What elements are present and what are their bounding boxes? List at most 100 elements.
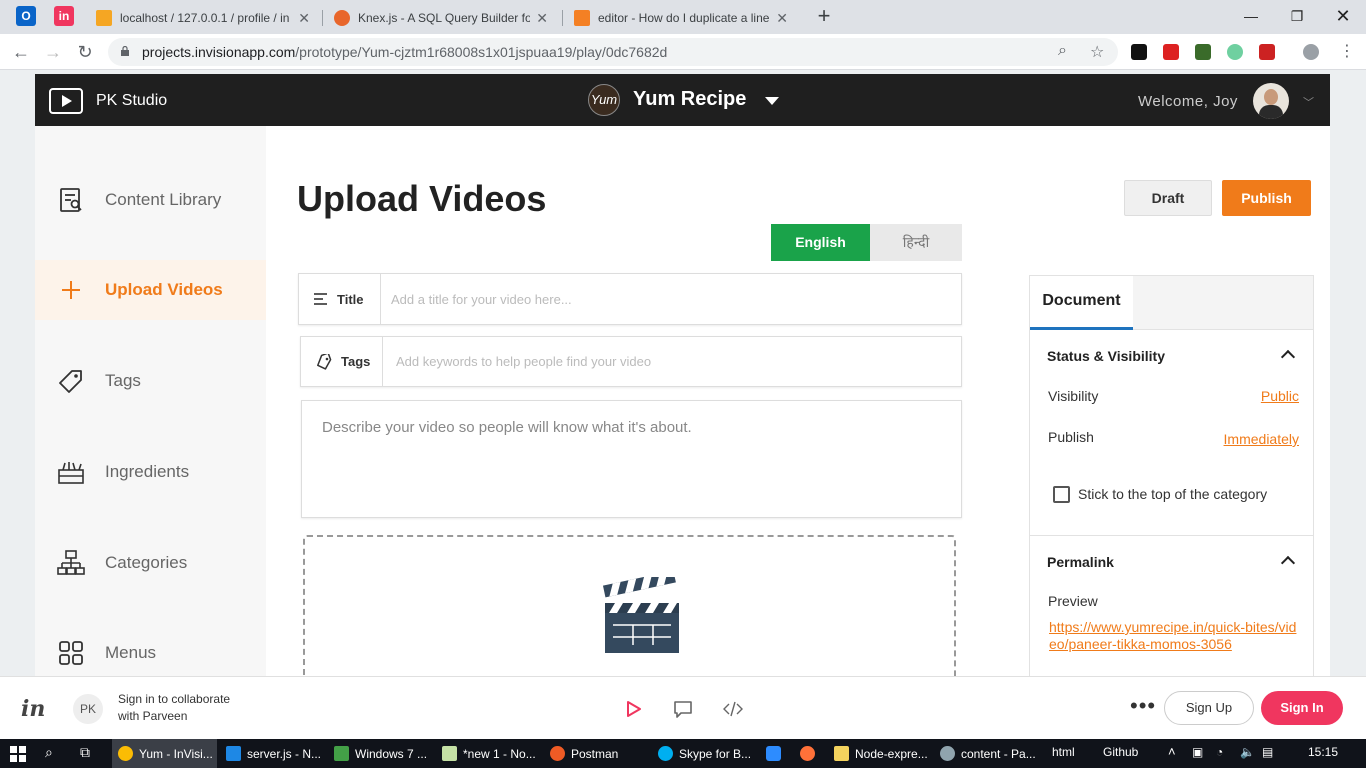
title-input[interactable] bbox=[391, 274, 951, 324]
zoom-icon[interactable]: ⌕ bbox=[1058, 42, 1067, 60]
taskbar-item-postman[interactable]: Postman bbox=[546, 739, 651, 768]
skype-icon bbox=[658, 746, 673, 761]
play-icon[interactable] bbox=[621, 697, 645, 721]
video-dropzone[interactable] bbox=[303, 535, 956, 676]
taskbar-item-notepad[interactable]: *new 1 - No... bbox=[438, 739, 543, 768]
task-view-icon[interactable]: ⧉ bbox=[80, 744, 90, 761]
extension-icon[interactable] bbox=[1163, 44, 1179, 60]
tags-field: Tags bbox=[300, 336, 962, 387]
extension-icon[interactable] bbox=[1259, 44, 1275, 60]
maximize-button[interactable]: ❐ bbox=[1274, 2, 1320, 30]
draft-button[interactable]: Draft bbox=[1124, 180, 1212, 216]
invision-tab-icon[interactable]: in bbox=[54, 6, 74, 26]
close-icon[interactable]: ✕ bbox=[536, 10, 548, 27]
permalink-title[interactable]: Permalink bbox=[1047, 554, 1114, 570]
back-button[interactable]: ← bbox=[8, 39, 34, 65]
sign-up-button[interactable]: Sign Up bbox=[1164, 691, 1254, 725]
sticky-label[interactable]: Stick to the top of the category bbox=[1078, 486, 1267, 502]
bookmark-star-icon[interactable]: ☆ bbox=[1090, 42, 1104, 62]
taskbar-item-vscode[interactable]: server.js - N... bbox=[222, 739, 327, 768]
sidebar-item-menus[interactable]: Menus bbox=[35, 623, 266, 676]
permalink-url-link[interactable]: https://www.yumrecipe.in/quick-bites/vid… bbox=[1049, 619, 1297, 653]
extension-icon[interactable] bbox=[1131, 44, 1147, 60]
close-icon[interactable]: ✕ bbox=[298, 10, 310, 27]
github-toolbar-label[interactable]: Github bbox=[1103, 745, 1138, 759]
welcome-text: Welcome, Joy bbox=[1138, 93, 1238, 110]
search-icon[interactable]: ⌕ bbox=[45, 744, 53, 761]
chevron-up-icon[interactable] bbox=[1280, 349, 1296, 365]
close-icon[interactable]: ✕ bbox=[776, 10, 788, 27]
volume-icon[interactable]: 🔈 bbox=[1240, 745, 1255, 759]
chevron-up-icon[interactable] bbox=[1280, 555, 1296, 571]
brand-name[interactable]: Yum Recipe bbox=[633, 88, 746, 111]
taskbar-item-vm[interactable]: Windows 7 ... bbox=[330, 739, 435, 768]
collaborate-message: Sign in to collaborate with Parveen bbox=[118, 692, 231, 723]
app-frame: PK Studio Yum Yum Recipe Welcome, Joy ﹀ … bbox=[35, 74, 1330, 676]
sidebar-item-content-library[interactable]: Content Library bbox=[35, 170, 266, 230]
menu-icon[interactable]: ⋮ bbox=[1334, 39, 1360, 65]
firefox-icon[interactable] bbox=[800, 746, 815, 761]
outlook-icon[interactable]: O bbox=[16, 6, 36, 26]
taskbar-label: *new 1 - No... bbox=[463, 746, 536, 761]
publish-button[interactable]: Publish bbox=[1222, 180, 1311, 216]
tags-label: Tags bbox=[341, 354, 371, 369]
language-hindi-tab[interactable]: हिन्दी bbox=[870, 224, 962, 261]
status-visibility-title[interactable]: Status & Visibility bbox=[1047, 348, 1165, 364]
clock[interactable]: 15:15 bbox=[1308, 745, 1338, 759]
sign-in-button[interactable]: Sign In bbox=[1261, 691, 1343, 725]
minimize-button[interactable]: — bbox=[1228, 2, 1274, 30]
html-toolbar-label[interactable]: html bbox=[1052, 745, 1075, 759]
sidebar-item-categories[interactable]: Categories bbox=[35, 533, 266, 593]
sidebar-item-label: Ingredients bbox=[105, 462, 190, 481]
sidebar-item-upload-videos[interactable]: Upload Videos bbox=[35, 260, 266, 320]
taskbar-label: Windows 7 ... bbox=[355, 746, 428, 761]
extension-icon[interactable] bbox=[1227, 44, 1243, 60]
network-icon[interactable]: ▣ bbox=[1192, 745, 1203, 759]
preview-label: Preview bbox=[1048, 593, 1098, 609]
tab-document[interactable]: Document bbox=[1030, 276, 1133, 330]
visibility-value-link[interactable]: Public bbox=[1261, 388, 1299, 404]
title-field-label: Title bbox=[299, 274, 381, 324]
tab-phpmyadmin[interactable]: localhost / 127.0.0.1 / profile / in ✕ bbox=[86, 4, 320, 32]
sidebar-item-ingredients[interactable]: Ingredients bbox=[35, 442, 266, 502]
description-textarea[interactable] bbox=[301, 400, 962, 518]
browser-tabstrip: O in localhost / 127.0.0.1 / profile / i… bbox=[0, 0, 1366, 34]
ingredients-icon bbox=[58, 462, 84, 484]
zoom-app-icon[interactable] bbox=[766, 746, 781, 761]
reload-button[interactable]: ↻ bbox=[72, 39, 98, 65]
comment-icon[interactable] bbox=[671, 697, 695, 721]
forward-button[interactable]: → bbox=[40, 39, 66, 65]
taskbar-label: content - Pa... bbox=[961, 746, 1036, 761]
extension-icon[interactable] bbox=[1195, 44, 1211, 60]
sidebar-item-label: Categories bbox=[105, 553, 188, 572]
chevron-down-icon[interactable] bbox=[765, 97, 779, 105]
browser-toolbar: ← → ↻ projects.invisionapp.com/prototype… bbox=[0, 34, 1366, 70]
windows-start-icon[interactable] bbox=[10, 746, 26, 762]
play-logo-icon[interactable] bbox=[49, 88, 83, 114]
invision-logo[interactable]: in bbox=[21, 696, 45, 722]
tags-field-label: Tags bbox=[301, 337, 383, 386]
avatar[interactable] bbox=[1253, 83, 1289, 119]
language-english-tab[interactable]: English bbox=[771, 224, 870, 261]
sticky-checkbox[interactable] bbox=[1053, 486, 1070, 503]
chevron-up-icon[interactable]: ˄ bbox=[1168, 744, 1176, 759]
taskbar-item-content[interactable]: content - Pa... bbox=[936, 739, 1041, 768]
taskbar-item-node[interactable]: Node-expre... bbox=[830, 739, 930, 768]
address-bar[interactable]: projects.invisionapp.com/prototype/Yum-c… bbox=[108, 38, 1118, 66]
new-tab-button[interactable]: + bbox=[813, 4, 835, 28]
tag-icon bbox=[59, 370, 82, 393]
taskbar-item-chrome[interactable]: Yum - InVisi... bbox=[112, 739, 217, 768]
sidebar-item-tags[interactable]: Tags bbox=[35, 351, 266, 411]
publish-value-link[interactable]: Immediately bbox=[1224, 431, 1299, 447]
more-options-icon[interactable]: ••• bbox=[1130, 693, 1156, 719]
tab-stackoverflow[interactable]: editor - How do I duplicate a line ✕ bbox=[564, 4, 798, 32]
notification-icon[interactable]: ▤ bbox=[1262, 745, 1273, 759]
tags-input[interactable] bbox=[396, 337, 951, 386]
tab-knex[interactable]: Knex.js - A SQL Query Builder fo ✕ bbox=[324, 4, 558, 32]
profile-icon[interactable] bbox=[1303, 44, 1319, 60]
chevron-down-icon[interactable]: ﹀ bbox=[1303, 94, 1314, 110]
code-icon[interactable] bbox=[721, 697, 745, 721]
taskbar-item-skype[interactable]: Skype for B... bbox=[654, 739, 759, 768]
window-close-button[interactable]: ✕ bbox=[1320, 2, 1366, 30]
wifi-icon[interactable]: ◔ bbox=[1216, 745, 1223, 759]
